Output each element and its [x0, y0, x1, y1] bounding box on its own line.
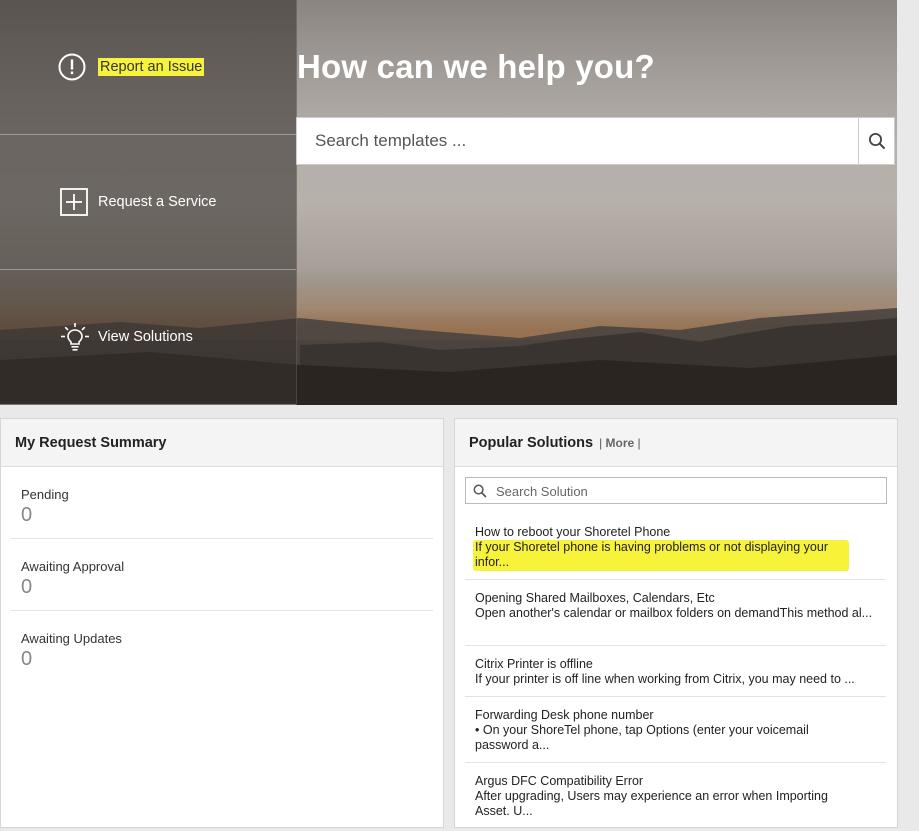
solution-search-box	[465, 477, 887, 505]
summary-count: 0	[21, 504, 33, 526]
hero-banner: Report an Issue Request a Service View S…	[0, 0, 897, 405]
solution-title: Argus DFC Compatibility Error	[475, 774, 644, 788]
solution-title: Citrix Printer is offline	[475, 657, 593, 671]
more-separator: |	[634, 435, 641, 450]
request-summary-title: My Request Summary	[1, 419, 443, 467]
popular-solutions-card: Popular Solutions | More | How to reboot…	[454, 418, 898, 828]
solution-item[interactable]: Argus DFC Compatibility Error After upgr…	[465, 773, 886, 827]
view-solutions-label: View Solutions	[98, 329, 193, 345]
template-search-input[interactable]	[297, 118, 857, 164]
summary-label: Pending	[21, 487, 69, 502]
summary-count: 0	[21, 648, 33, 670]
popular-solutions-header: Popular Solutions | More |	[455, 419, 897, 467]
summary-count: 0	[21, 576, 33, 598]
report-issue-label: Report an Issue	[98, 58, 205, 76]
summary-label: Awaiting Updates	[21, 631, 122, 646]
solution-item[interactable]: Forwarding Desk phone number • On your S…	[465, 707, 886, 763]
solution-item[interactable]: Opening Shared Mailboxes, Calendars, Etc…	[465, 590, 886, 646]
solution-search-input[interactable]	[494, 478, 878, 505]
solution-title: How to reboot your Shoretel Phone	[475, 525, 671, 539]
summary-label: Awaiting Approval	[21, 559, 125, 574]
solution-description: If your Shoretel phone is having problem…	[475, 540, 828, 569]
search-icon	[473, 484, 487, 498]
request-service-item[interactable]: Request a Service	[0, 135, 296, 270]
request-service-label: Request a Service	[98, 194, 217, 210]
exclamation-circle-icon	[58, 53, 86, 81]
popular-solutions-title: Popular Solutions	[469, 434, 594, 451]
solution-item[interactable]: How to reboot your Shoretel Phone If you…	[465, 524, 886, 580]
summary-row-pending[interactable]: Pending 0	[11, 467, 433, 539]
template-search-box	[296, 117, 895, 165]
quick-actions-panel: Report an Issue Request a Service View S…	[0, 0, 297, 405]
page-title: How can we help you?	[297, 48, 655, 85]
solution-description: Open another's calendar or mailbox folde…	[475, 606, 873, 620]
solution-description: After upgrading, Users may experience an…	[475, 789, 828, 818]
more-link[interactable]: More	[606, 436, 635, 450]
solution-title: Opening Shared Mailboxes, Calendars, Etc	[475, 591, 715, 605]
more-link-wrapper: | More |	[599, 436, 641, 450]
search-icon	[869, 133, 885, 149]
solution-description: If your printer is off line when working…	[475, 672, 855, 686]
summary-row-awaiting-updates[interactable]: Awaiting Updates 0	[11, 611, 433, 682]
lightbulb-icon	[61, 323, 89, 351]
solution-description: • On your ShoreTel phone, tap Options (e…	[475, 723, 809, 752]
template-search-button[interactable]	[858, 117, 895, 165]
report-issue-item[interactable]: Report an Issue	[0, 0, 296, 135]
request-summary-card: My Request Summary Pending 0 Awaiting Ap…	[0, 418, 444, 828]
view-solutions-item[interactable]: View Solutions	[0, 270, 296, 405]
plus-square-icon	[60, 188, 88, 216]
summary-row-awaiting-approval[interactable]: Awaiting Approval 0	[11, 539, 433, 611]
solution-item[interactable]: Citrix Printer is offline If your printe…	[465, 656, 886, 697]
solution-title: Forwarding Desk phone number	[475, 708, 654, 722]
